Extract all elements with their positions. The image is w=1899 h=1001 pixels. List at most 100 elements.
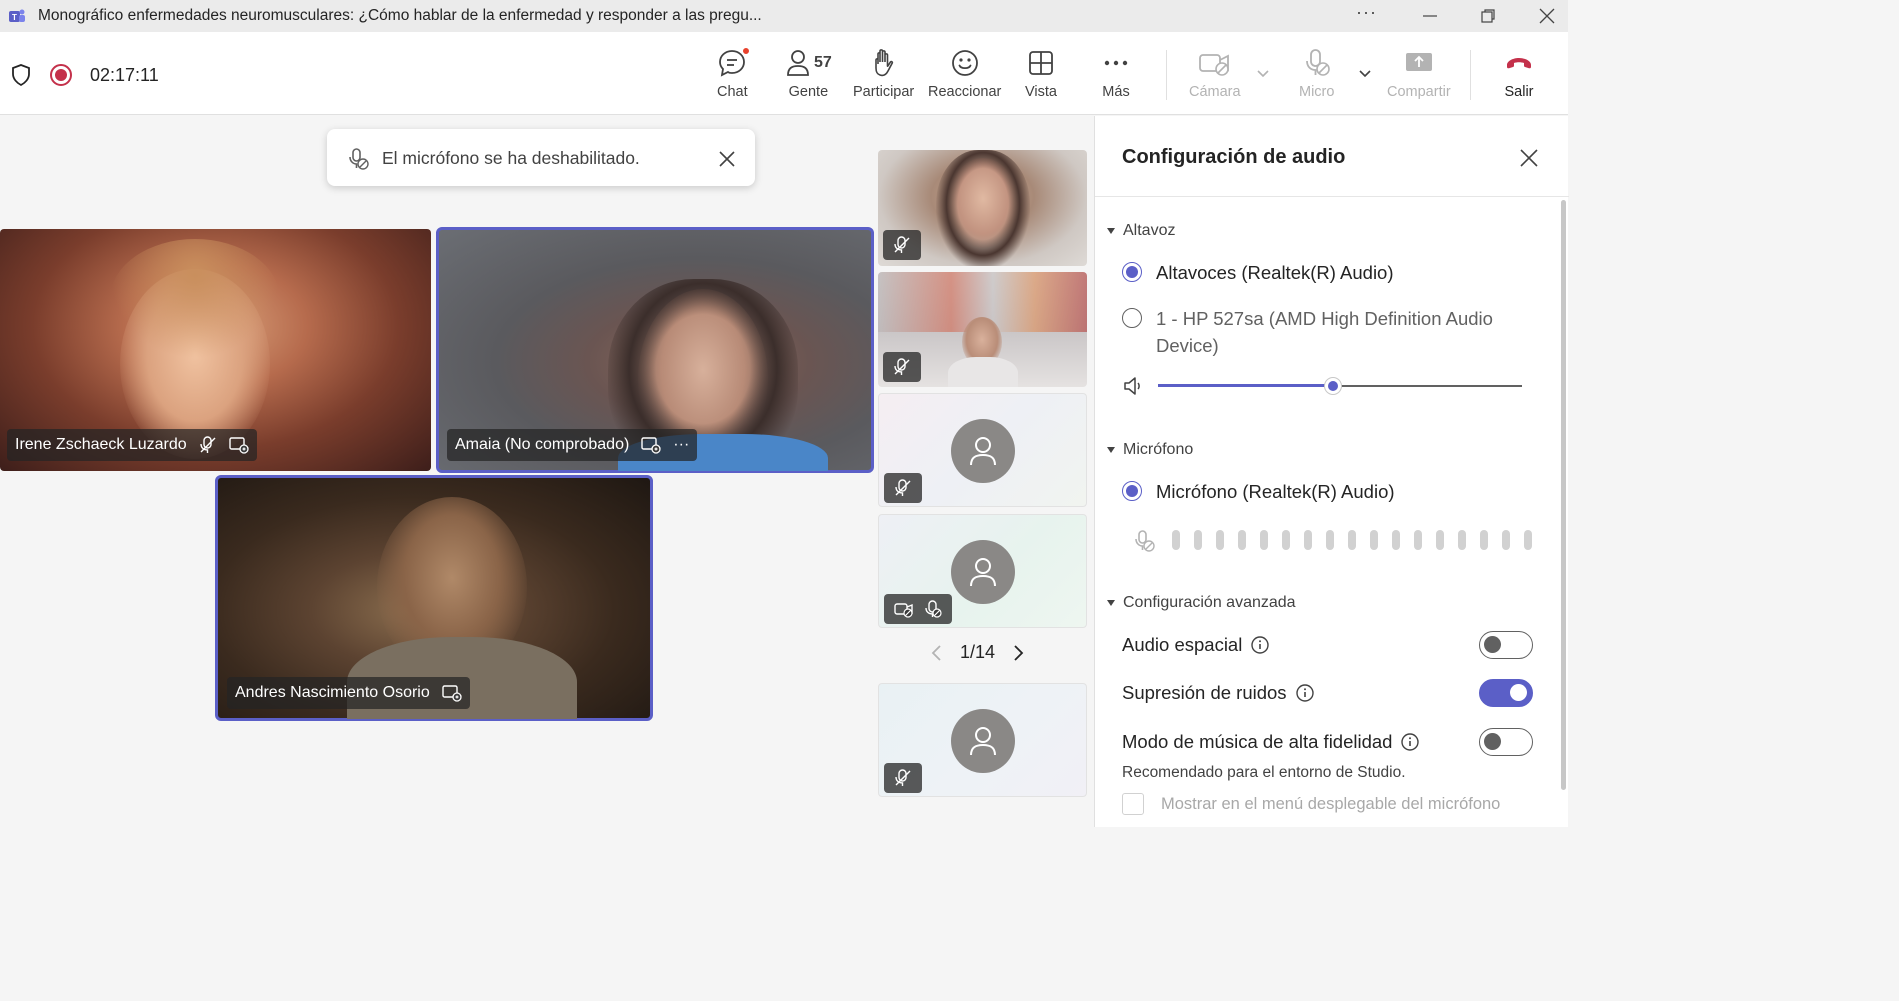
close-window-icon[interactable] [1537,6,1557,26]
minimize-icon[interactable] [1420,6,1440,26]
radio-selected[interactable] [1122,481,1142,501]
gallery-video-tile[interactable] [878,150,1087,266]
mic-level-bar [1370,530,1378,550]
speaker-volume-slider[interactable] [1158,377,1522,395]
caret-down-icon [1107,228,1115,234]
people-button[interactable]: 57 Gente [785,46,832,106]
camera-label: Cámara [1189,84,1241,100]
mic-off-icon [895,479,911,496]
chat-notification-badge [742,47,751,55]
participant-name: Irene Zschaeck Luzardo [15,436,187,453]
screen-share-icon [228,436,249,454]
caret-down-icon [1107,447,1115,453]
react-button[interactable]: Reaccionar [928,46,1001,106]
mic-off-icon [895,769,911,786]
shield-icon[interactable] [10,63,32,87]
show-in-menu-checkbox[interactable] [1122,793,1144,815]
gallery-avatar-tile[interactable] [878,514,1087,628]
mic-button[interactable]: Micro [1299,46,1334,106]
spatial-audio-label: Audio espacial [1122,634,1243,655]
gallery-avatar-tile[interactable] [878,393,1087,507]
mic-options-chevron-icon[interactable] [1358,68,1372,78]
hifi-music-toggle[interactable] [1479,728,1533,756]
participant-name: Andres Nascimiento Osorio [235,684,430,701]
participant-video-irene[interactable]: Irene Zschaeck Luzardo [0,229,431,471]
participant-more-options-icon[interactable]: ··· [673,436,689,454]
toolbar-divider [1470,50,1471,100]
leave-button[interactable]: Salir [1504,46,1534,106]
share-button[interactable]: Compartir [1387,46,1451,106]
speaker-section-label: Altavoz [1123,222,1176,239]
advanced-section-label: Configuración avanzada [1123,594,1296,611]
screen-share-icon [641,436,661,454]
radio-unselected[interactable] [1122,308,1142,328]
spatial-audio-toggle[interactable] [1479,631,1533,659]
mic-level-bar [1238,530,1246,550]
avatar [951,419,1015,483]
mic-off-icon [925,600,942,618]
people-label: Gente [788,84,829,100]
close-icon[interactable] [718,150,736,168]
speaker-option-realtek[interactable]: Altavoces (Realtek(R) Audio) [1122,259,1394,286]
screen-share-icon [442,684,462,702]
participant-hair [936,150,1030,266]
mic-off-icon [1135,530,1155,552]
noise-suppression-toggle[interactable] [1479,679,1533,707]
leave-label: Salir [1504,84,1534,100]
participant-name-tag: Andres Nascimiento Osorio [227,677,470,709]
muted-badge [883,230,921,260]
mic-level-bar [1282,530,1290,550]
raise-hand-label: Participar [853,84,915,100]
info-icon[interactable] [1250,635,1270,655]
title-bar: T Monográfico enfermedades neuromuscular… [0,0,1568,32]
chat-button[interactable]: Chat [717,46,751,106]
panel-scrollbar[interactable] [1561,200,1566,790]
people-icon [787,50,809,76]
next-page-icon[interactable] [1011,643,1025,663]
slider-thumb[interactable] [1324,377,1342,395]
view-button[interactable]: Vista [1025,46,1057,106]
hifi-music-row: Modo de música de alta fidelidad [1122,728,1533,756]
camera-options-chevron-icon[interactable] [1256,68,1270,78]
previous-page-icon[interactable] [930,643,944,663]
participant-video-amaia[interactable]: Amaia (No comprobado) ··· [436,227,874,473]
mic-option-realtek[interactable]: Micrófono (Realtek(R) Audio) [1122,478,1395,505]
person-icon [970,727,996,756]
raise-hand-button[interactable]: Participar [853,46,914,106]
gallery-avatar-tile[interactable] [878,683,1087,797]
avatar [951,540,1015,604]
page-indicator: 1/14 [960,642,996,662]
more-icon [1102,46,1130,80]
mic-level-bar [1392,530,1400,550]
camera-button[interactable]: Cámara [1189,46,1241,106]
mic-off-icon [1302,46,1332,80]
advanced-section-header[interactable]: Configuración avanzada [1107,594,1296,612]
mic-off-icon [199,436,217,454]
participant-video-andres[interactable]: Andres Nascimiento Osorio [215,475,653,721]
mic-disabled-toast: El micrófono se ha deshabilitado. [327,129,755,186]
view-label: Vista [1025,84,1057,100]
info-icon[interactable] [1295,683,1315,703]
mic-off-icon [349,148,369,170]
info-icon[interactable] [1400,732,1420,752]
more-label: Más [1102,84,1130,100]
speaker-option-hp[interactable]: 1 - HP 527sa (AMD High Definition Audio … [1122,305,1522,359]
speaker-section-header[interactable]: Altavoz [1107,222,1175,240]
radio-selected[interactable] [1122,262,1142,282]
mic-section-header[interactable]: Micrófono [1107,441,1193,459]
chat-icon [717,46,751,80]
panel-divider [1095,196,1569,197]
window-more-icon[interactable]: ··· [1356,2,1377,23]
react-label: Reaccionar [928,84,1002,100]
restore-icon[interactable] [1478,6,1498,26]
mic-level-bar [1348,530,1356,550]
mic-level-bar [1458,530,1466,550]
muted-badge [884,473,922,503]
teams-logo-icon: T [9,9,25,22]
camera-off-icon [1198,46,1232,80]
more-button[interactable]: Más [1102,46,1130,106]
smiley-icon [950,46,980,80]
gallery-video-tile[interactable] [878,272,1087,387]
close-icon[interactable] [1519,148,1539,168]
speaker-volume-icon [1124,377,1140,395]
